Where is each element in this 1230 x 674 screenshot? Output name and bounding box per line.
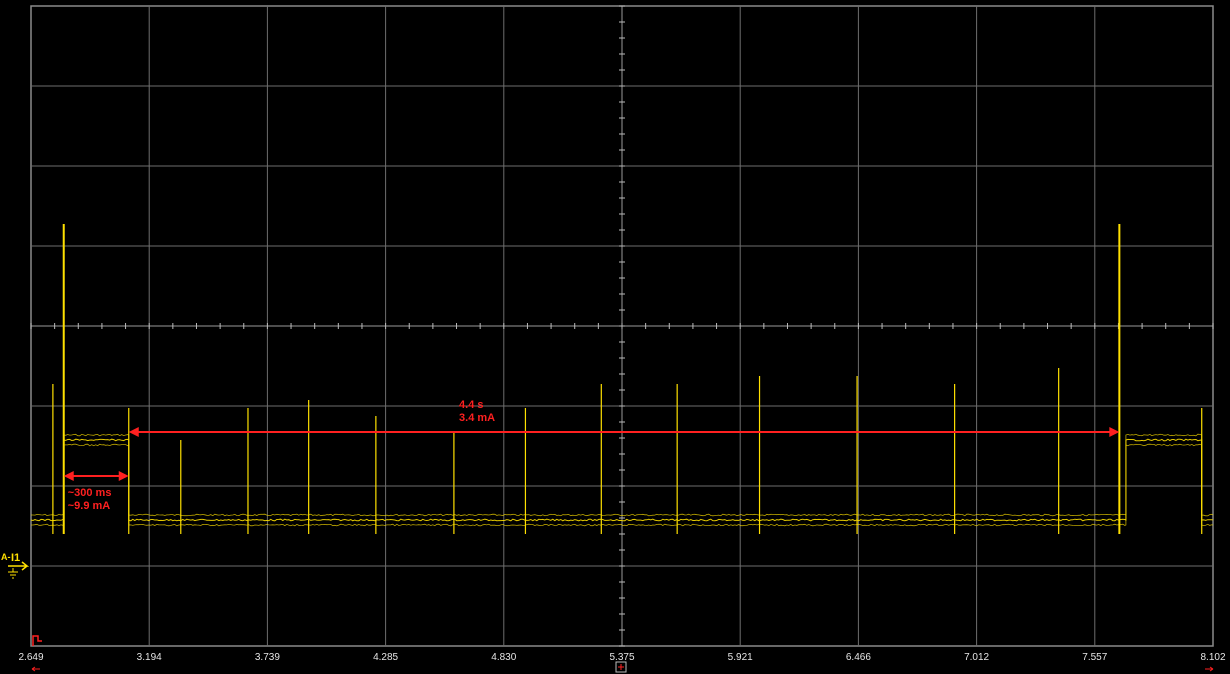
oscilloscope-display: ~300 ms~9.9 mA 4.4 s3.4 mA 2.649 3.194 3.73… <box>0 0 1230 674</box>
x-tick-label: 5.375 <box>609 652 634 663</box>
annotation-label: 4.4 s <box>459 399 483 411</box>
annotation-label: ~300 ms <box>68 487 112 499</box>
x-tick-label: 4.285 <box>373 652 398 663</box>
plot-background <box>0 0 1230 674</box>
channel-prefix: A- <box>1 552 11 562</box>
x-tick-label: 3.739 <box>255 652 280 663</box>
annotation-label: 3.4 mA <box>459 412 495 424</box>
x-tick-label: 5.921 <box>728 652 753 663</box>
channel-label: I1 <box>11 552 20 564</box>
x-tick-label: 4.830 <box>491 652 516 663</box>
x-tick-label: 2.649 <box>18 652 43 663</box>
x-tick-label: 6.466 <box>846 652 871 663</box>
annotation-label: ~9.9 mA <box>68 500 111 512</box>
x-tick-label: 3.194 <box>137 652 162 663</box>
x-tick-label: 8.102 <box>1200 652 1225 663</box>
x-tick-label: 7.557 <box>1082 652 1107 663</box>
x-tick-label: 7.012 <box>964 652 989 663</box>
